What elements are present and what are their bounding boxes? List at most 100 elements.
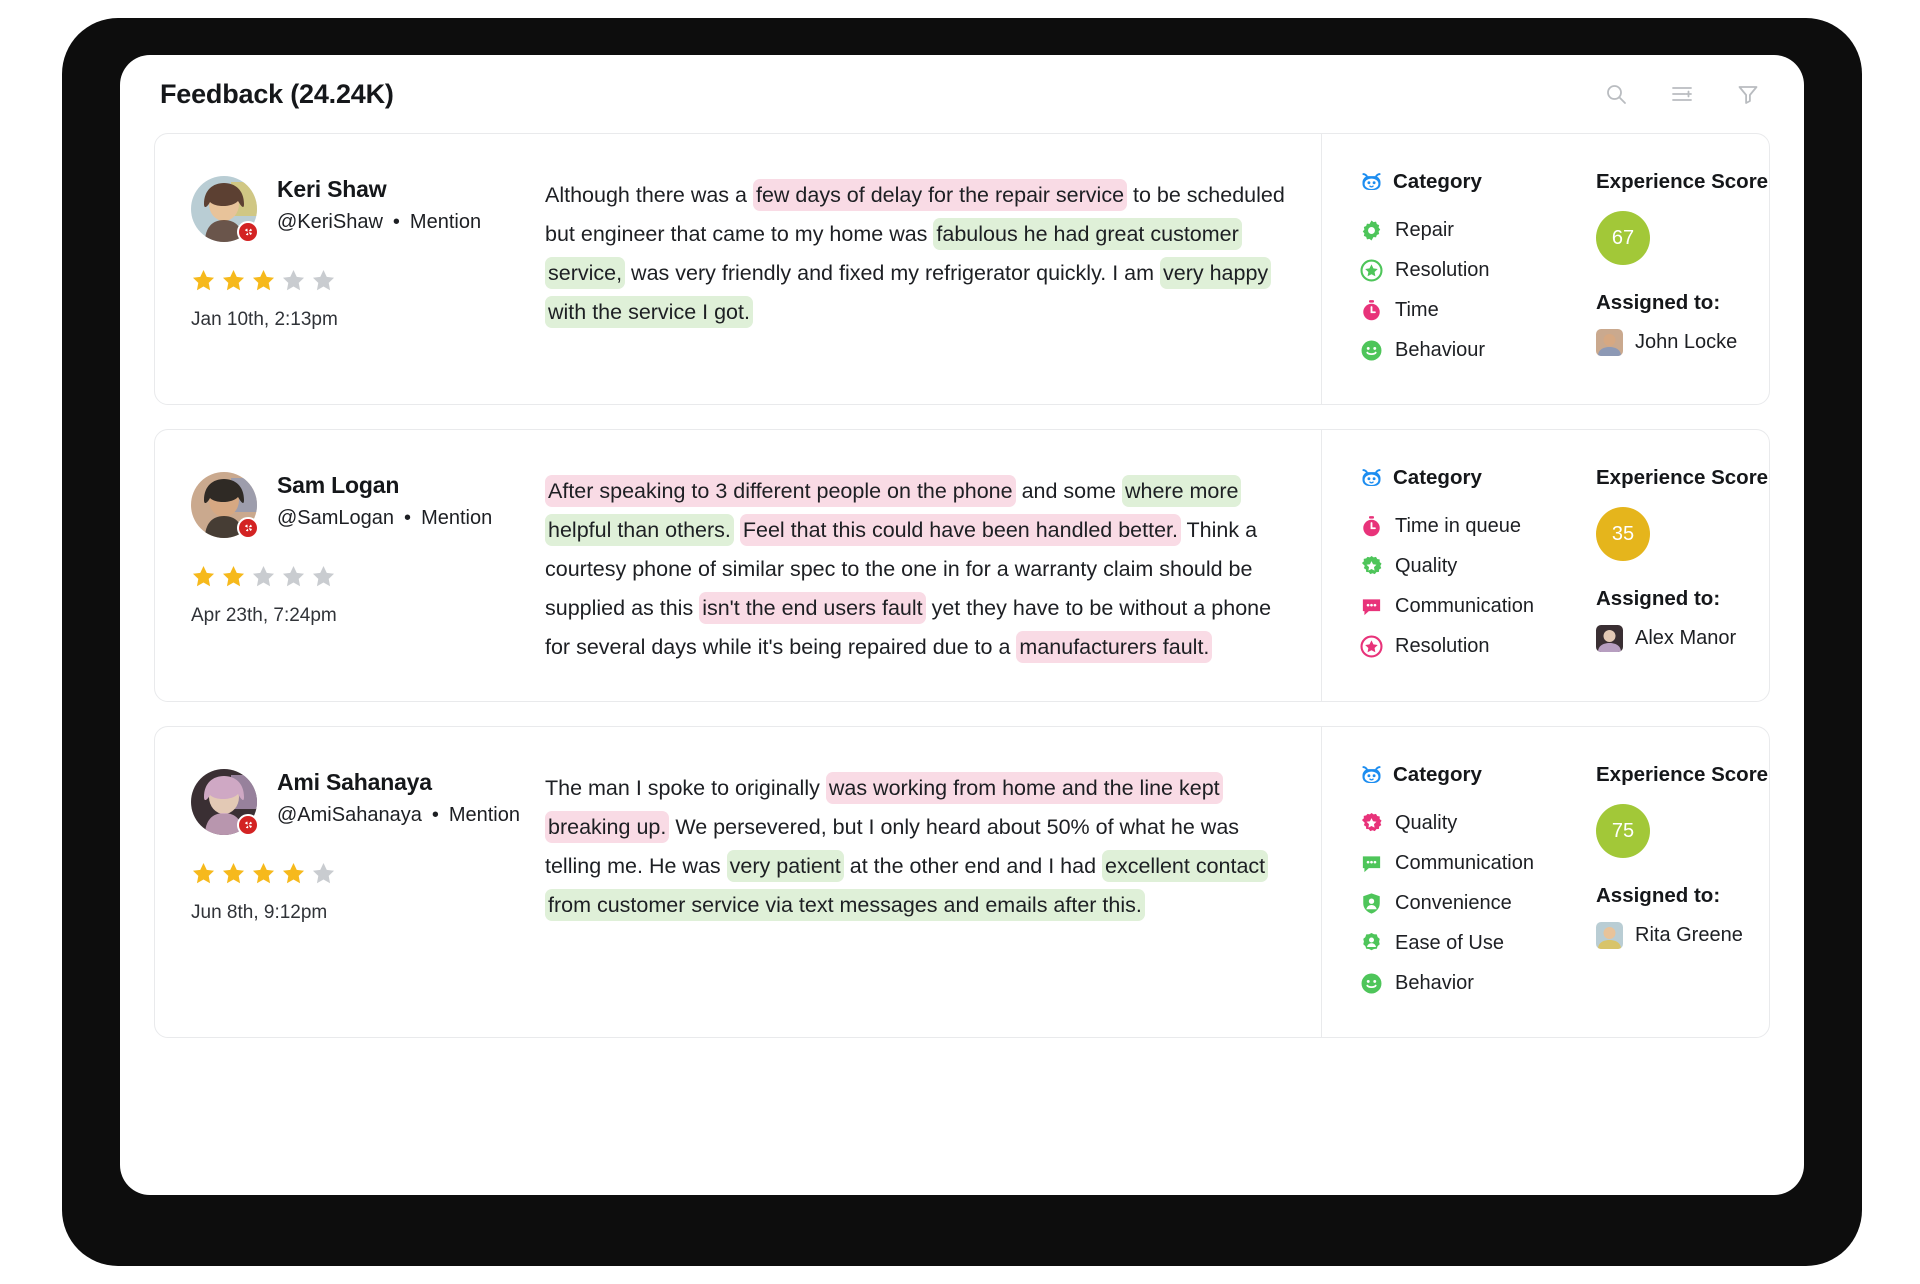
feedback-card[interactable]: Sam Logan @SamLogan • Mention Apr 23th, 7:24… xyxy=(154,429,1770,702)
source-label: Mention xyxy=(421,506,493,529)
category-header: Category xyxy=(1360,763,1596,787)
category-item[interactable]: Time in queue xyxy=(1360,506,1596,546)
category-item[interactable]: Ease of Use xyxy=(1360,923,1596,963)
yelp-source-icon xyxy=(237,517,259,539)
card-user-section: Ami Sahanaya @AmiSahanaya • Mention Jun 8th,… xyxy=(155,727,545,1037)
assignee[interactable]: John Locke xyxy=(1596,329,1769,356)
page-title: Feedback (24.24K) xyxy=(160,78,394,109)
star-2 xyxy=(221,268,246,293)
highlight-negative: After speaking to 3 different people on … xyxy=(545,475,1016,507)
category-list: Time in queue Quality Communication Resolut… xyxy=(1360,506,1596,666)
rating-stars xyxy=(191,268,545,293)
separator-dot: • xyxy=(404,506,412,529)
star-4 xyxy=(281,564,306,589)
star-5 xyxy=(311,268,336,293)
category-label: Time xyxy=(1395,298,1439,321)
experience-score-badge: 67 xyxy=(1596,211,1650,265)
category-list: Quality Communication Convenience Ease of U… xyxy=(1360,803,1596,1003)
category-item[interactable]: Resolution xyxy=(1360,250,1596,290)
highlight-negative: manufacturers fault. xyxy=(1016,631,1213,663)
assignee-name: Rita Greene xyxy=(1635,924,1743,946)
yelp-source-icon xyxy=(237,221,259,243)
feedback-card[interactable]: Ami Sahanaya @AmiSahanaya • Mention Jun 8th,… xyxy=(154,726,1770,1038)
star-2 xyxy=(221,564,246,589)
chat-bubble-icon xyxy=(1360,595,1383,618)
feedback-card[interactable]: Keri Shaw @KeriShaw • Mention Jan 10th, 2:13… xyxy=(154,133,1770,405)
separator-dot: • xyxy=(431,803,439,826)
user-name: Sam Logan xyxy=(277,472,400,498)
card-meta-section: Category Quality Communication Convenience E… xyxy=(1321,727,1769,1037)
card-review-section: Although there was a few days of delay f… xyxy=(545,134,1321,404)
star-2 xyxy=(221,861,246,886)
category-item[interactable]: Communication xyxy=(1360,843,1596,883)
category-label: Communication xyxy=(1395,851,1534,874)
assigned-to-label: Assigned to: xyxy=(1596,587,1721,610)
assignee-name: Alex Manor xyxy=(1635,627,1737,649)
review-text: was very friendly and fixed my refrigera… xyxy=(625,261,1160,285)
star-circle-icon xyxy=(1360,258,1383,282)
bot-icon xyxy=(1360,764,1383,787)
highlight-negative: isn't the end users fault xyxy=(699,592,926,624)
category-item[interactable]: Quality xyxy=(1360,546,1596,586)
card-user-section: Sam Logan @SamLogan • Mention Apr 23th, 7:24… xyxy=(155,430,545,701)
highlight-negative: few days of delay for the repair service xyxy=(752,179,1128,211)
source-label: Mention xyxy=(409,210,482,233)
category-label: Quality xyxy=(1395,811,1458,834)
search-icon[interactable] xyxy=(1604,82,1628,106)
assignee[interactable]: Rita Greene xyxy=(1596,922,1769,949)
sort-list-icon[interactable] xyxy=(1670,82,1694,106)
category-item[interactable]: Convenience xyxy=(1360,883,1596,923)
category-column: Category Quality Communication Convenience E… xyxy=(1360,763,1596,1003)
chat-bubble-icon xyxy=(1360,852,1383,875)
header-actions xyxy=(1604,82,1760,106)
user-handle: @KeriShaw xyxy=(277,210,383,233)
avatar[interactable] xyxy=(191,472,259,539)
category-item[interactable]: Time xyxy=(1360,290,1596,330)
category-item[interactable]: Quality xyxy=(1360,803,1596,843)
rating-stars xyxy=(191,564,545,589)
highlight-negative: Feel that this could have been handled b… xyxy=(739,514,1181,546)
filter-funnel-icon[interactable] xyxy=(1736,82,1760,106)
user-handle-row: @SamLogan • Mention xyxy=(277,506,492,530)
user-row: Ami Sahanaya @AmiSahanaya • Mention xyxy=(191,769,545,836)
source-label: Mention xyxy=(448,803,520,826)
smiley-icon xyxy=(1360,339,1383,362)
category-label: Resolution xyxy=(1395,258,1490,281)
avatar[interactable] xyxy=(191,176,259,243)
card-review-section: After speaking to 3 different people on … xyxy=(545,430,1321,701)
experience-score-label: Experience Score xyxy=(1596,763,1769,786)
category-item[interactable]: Behavior xyxy=(1360,963,1596,1003)
card-user-section: Keri Shaw @KeriShaw • Mention Jan 10th, 2:13… xyxy=(155,134,545,404)
experience-score-badge: 35 xyxy=(1596,507,1650,561)
highlight-positive: very patient xyxy=(726,850,844,882)
star-3 xyxy=(251,564,276,589)
category-label: Behavior xyxy=(1395,971,1474,994)
assignee-avatar xyxy=(1596,922,1623,949)
person-badge-icon xyxy=(1360,932,1383,955)
user-identity: Keri Shaw @KeriShaw • Mention xyxy=(277,176,481,234)
category-item[interactable]: Resolution xyxy=(1360,626,1596,666)
category-item[interactable]: Behaviour xyxy=(1360,330,1596,370)
assignee[interactable]: Alex Manor xyxy=(1596,625,1769,652)
separator-dot: • xyxy=(392,210,400,233)
category-item[interactable]: Communication xyxy=(1360,586,1596,626)
avatar[interactable] xyxy=(191,769,259,836)
star-5 xyxy=(311,861,336,886)
user-name: Keri Shaw xyxy=(277,176,387,202)
category-column: Category Repair Resolution Time Behaviour xyxy=(1360,170,1596,370)
review-text xyxy=(734,518,740,542)
user-handle: @AmiSahanaya xyxy=(277,803,422,826)
card-meta-section: Category Repair Resolution Time Behaviour Exp… xyxy=(1321,134,1769,404)
star-circle-icon xyxy=(1360,634,1383,658)
star-4 xyxy=(281,268,306,293)
rating-stars xyxy=(191,861,545,886)
user-handle: @SamLogan xyxy=(277,506,395,529)
category-label: Behaviour xyxy=(1395,338,1486,361)
star-badge-icon xyxy=(1360,812,1383,835)
category-label: Quality xyxy=(1395,554,1458,577)
category-header-label: Category xyxy=(1393,763,1482,786)
stopwatch-icon xyxy=(1360,515,1383,538)
yelp-source-icon xyxy=(237,814,259,836)
star-4 xyxy=(281,861,306,886)
category-item[interactable]: Repair xyxy=(1360,210,1596,250)
